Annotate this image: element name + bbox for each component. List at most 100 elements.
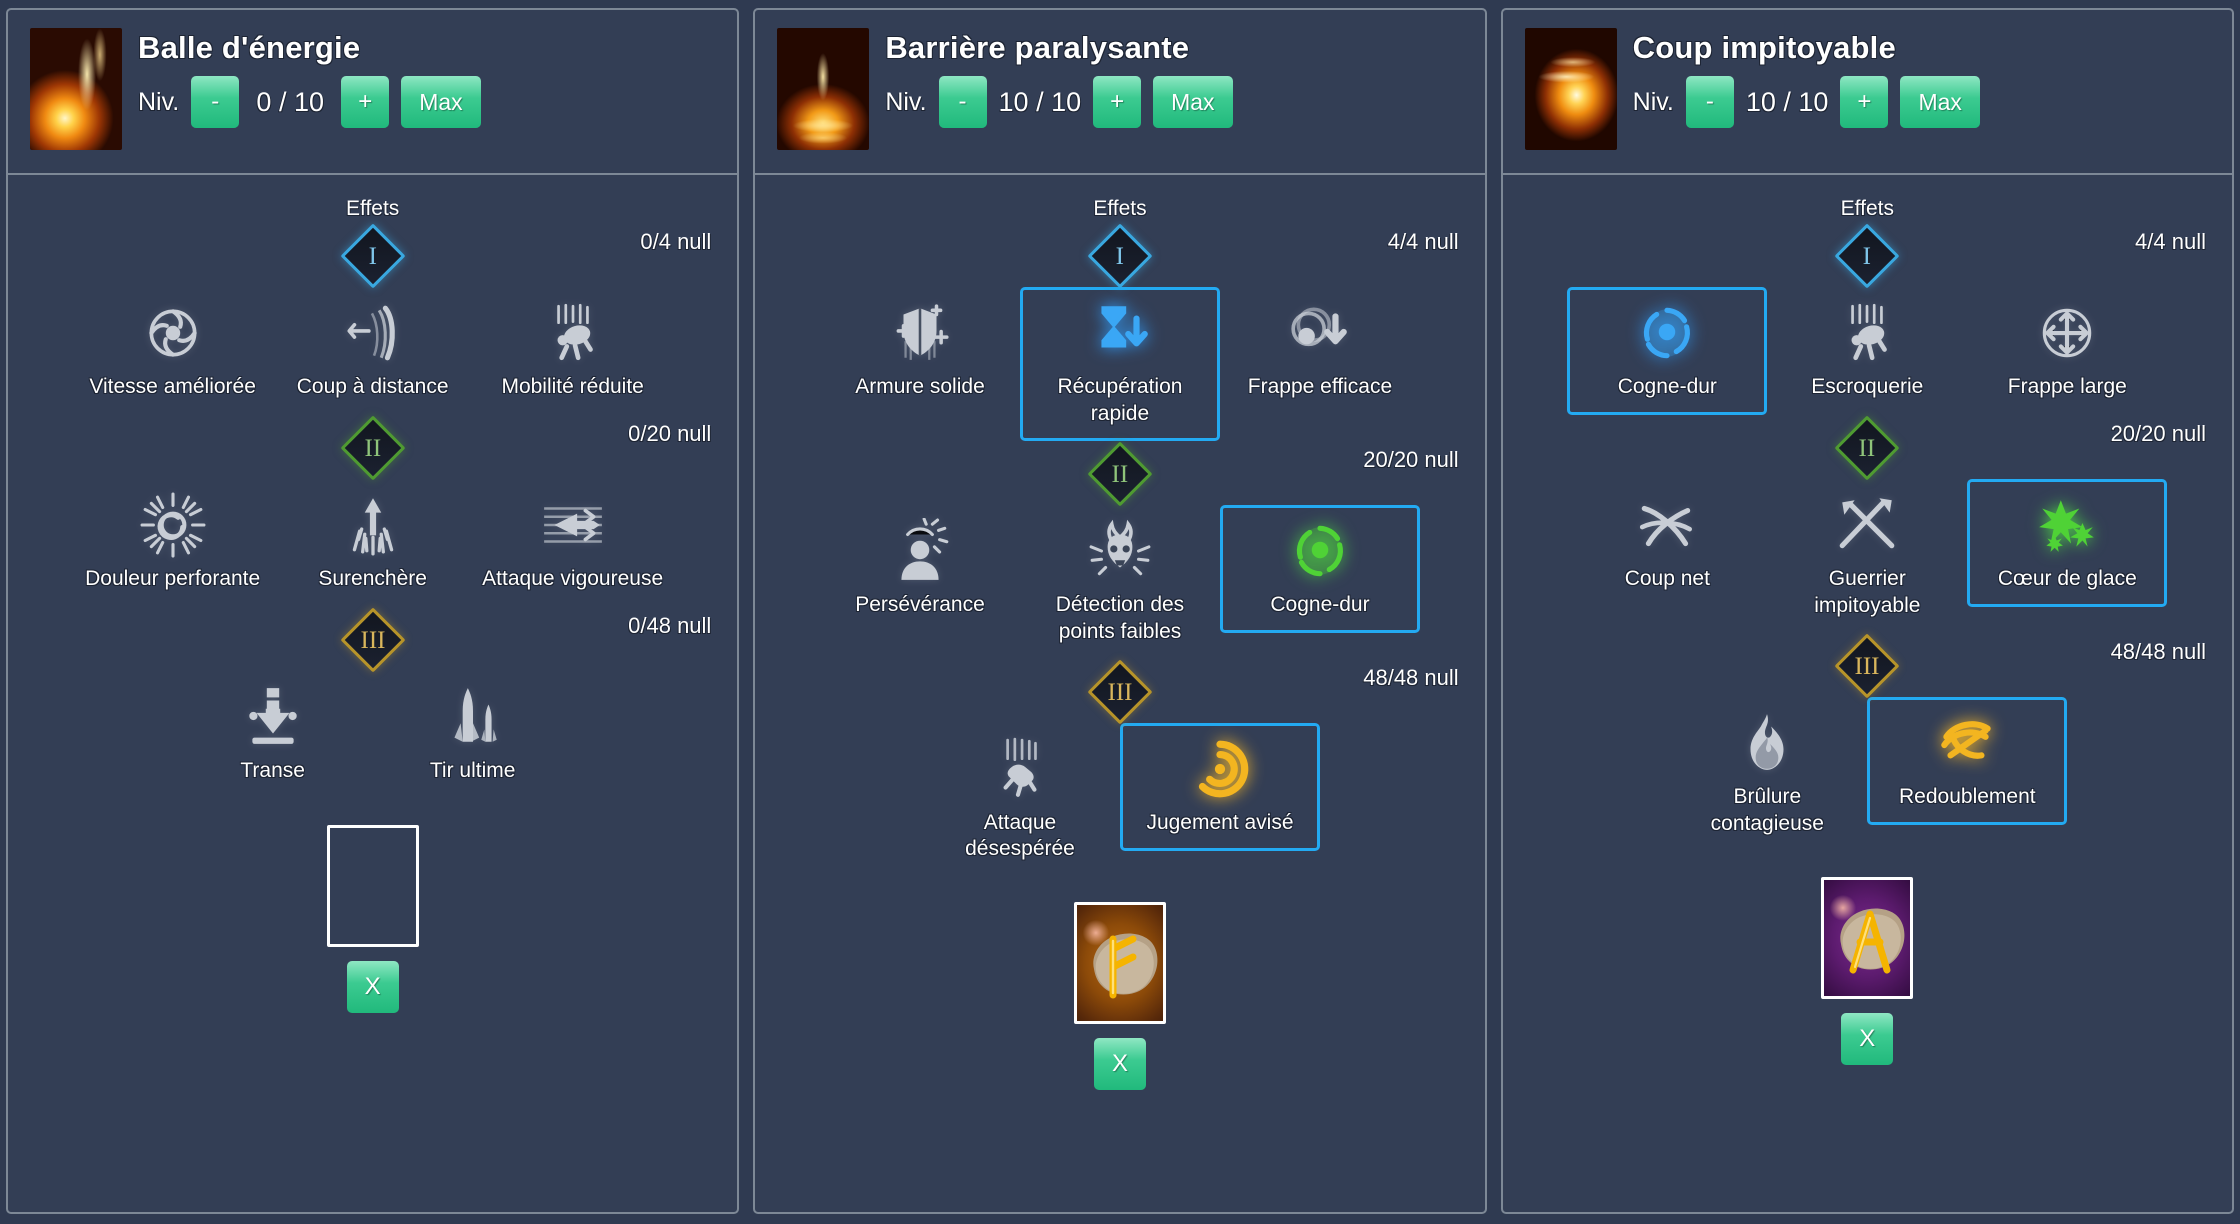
perk-label: Attaque vigoureuse xyxy=(482,567,664,590)
tier-group: I 4/4 null Cogne-dur Escroquerie Frappe larg… xyxy=(1503,223,2232,415)
perk-node[interactable]: Détection des points faibles xyxy=(1020,505,1220,659)
clear-rune-button[interactable]: X xyxy=(346,961,399,1013)
tier-roman: III xyxy=(1107,677,1133,705)
skill-title: Barrière paralysante xyxy=(885,30,1190,65)
tier-badge-icon: II xyxy=(340,415,406,481)
skill-panel: Coup impitoyable Niv. -10 / 10 + Max Effets I 4… xyxy=(1500,8,2234,1214)
skill-title: Balle d'énergie xyxy=(138,30,361,65)
merciless-strike-icon[interactable] xyxy=(1524,28,1617,150)
perk-node[interactable]: Attaque vigoureuse xyxy=(473,479,673,607)
redoubling-icon xyxy=(1934,710,2000,776)
desperate-attack-icon xyxy=(987,736,1053,802)
decrease-level-button[interactable]: - xyxy=(938,76,987,128)
perk-label: Redoublement xyxy=(1899,784,2036,808)
perk-node[interactable]: Cœur de glace xyxy=(1967,479,2168,607)
tier-group: I 0/4 null Vitesse améliorée Coup à distanc… xyxy=(8,223,737,415)
perk-label: Frappe efficace xyxy=(1247,375,1393,398)
clear-rune-button[interactable]: X xyxy=(1841,1012,1894,1065)
perk-node[interactable]: Armure solide xyxy=(820,287,1020,415)
perk-row: Transe Tir ultime xyxy=(8,671,737,799)
tier-group: III 48/48 null Brûlure contagieuse Redouble… xyxy=(1503,633,2232,851)
tier-counter: 20/20 null xyxy=(1363,446,1459,472)
perk-node[interactable]: Vitesse améliorée xyxy=(73,287,273,415)
decrease-level-button[interactable]: - xyxy=(191,76,240,128)
rune-slot[interactable] xyxy=(1073,902,1166,1025)
comet-icon[interactable] xyxy=(30,28,122,150)
tier-group: III 0/48 null Transe Tir ultime xyxy=(8,607,737,799)
perk-node[interactable]: Persévérance xyxy=(820,505,1020,633)
perk-row: Armure solide Récupération rapide Frappe e… xyxy=(755,287,1484,441)
perk-node[interactable]: Coup net xyxy=(1567,479,1767,607)
effects-label: Effets xyxy=(1840,197,1894,220)
perk-node[interactable]: Jugement avisé xyxy=(1119,722,1320,851)
decrease-level-button[interactable]: - xyxy=(1685,76,1734,128)
tier-counter: 48/48 null xyxy=(1363,664,1459,690)
tier-group: III 48/48 null Attaque désespérée Jugement … xyxy=(755,658,1484,877)
tier-counter: 48/48 null xyxy=(2110,638,2206,664)
perk-node[interactable]: Attaque désespérée xyxy=(920,723,1120,877)
tier-badge-icon: I xyxy=(1087,223,1153,289)
rune-slot[interactable] xyxy=(326,825,419,947)
clear-rune-button[interactable]: X xyxy=(1093,1038,1146,1091)
tier-roman: II xyxy=(1858,434,1876,462)
perk-node[interactable]: Mobilité réduite xyxy=(473,287,673,415)
increase-level-button[interactable]: + xyxy=(1093,76,1142,128)
level-label: Niv. xyxy=(1632,87,1674,116)
perk-node[interactable]: Escroquerie xyxy=(1767,287,1967,415)
perk-label: Vitesse améliorée xyxy=(89,375,256,398)
perk-node[interactable]: Redoublement xyxy=(1867,696,2068,825)
perk-label: Jugement avisé xyxy=(1146,810,1294,834)
tier-roman: I xyxy=(1863,242,1872,270)
tier-roman: I xyxy=(1115,242,1125,270)
reduced-mobility-icon xyxy=(540,300,606,366)
perk-node[interactable]: Guerrier impitoyable xyxy=(1767,479,1967,633)
perk-label: Cogne-dur xyxy=(1270,592,1370,616)
fast-recovery-icon xyxy=(1087,300,1153,366)
perk-label: Surenchère xyxy=(318,567,427,590)
hard-hitter-icon xyxy=(1634,300,1700,366)
perk-label: Détection des points faibles xyxy=(1055,592,1185,643)
tier-header: II 0/20 null xyxy=(8,415,737,481)
perk-label: Cogne-dur xyxy=(1617,375,1717,398)
perk-node[interactable]: Transe xyxy=(173,671,373,799)
tier-roman: I xyxy=(368,242,377,270)
tier-header: III 0/48 null xyxy=(8,607,737,673)
perk-node[interactable]: Cogne-dur xyxy=(1219,504,1420,633)
clean-hit-icon xyxy=(1634,492,1700,558)
level-value: 0 / 10 xyxy=(256,86,324,117)
perk-node[interactable]: Récupération rapide xyxy=(1019,287,1220,441)
rune-slot[interactable] xyxy=(1821,876,1914,999)
perk-row: Coup net Guerrier impitoyable Cœur de glac… xyxy=(1503,479,2232,633)
increase-level-button[interactable]: + xyxy=(341,76,390,128)
tier-header: II 20/20 null xyxy=(1503,415,2232,481)
perk-node[interactable]: Frappe efficace xyxy=(1220,287,1420,415)
max-level-button[interactable]: Max xyxy=(1153,76,1233,128)
tier-counter: 4/4 null xyxy=(2135,229,2206,254)
swindle-icon xyxy=(1834,300,1900,366)
tier-header: III 48/48 null xyxy=(755,658,1484,725)
tier-counter: 4/4 null xyxy=(1387,229,1459,254)
perk-row: Cogne-dur Escroquerie Frappe large xyxy=(1503,287,2232,415)
perk-label: Cœur de glace xyxy=(1997,567,2137,590)
tier-badge-icon: III xyxy=(1087,658,1153,725)
max-level-button[interactable]: Max xyxy=(1900,76,1980,128)
perk-label: Escroquerie xyxy=(1811,375,1924,398)
perk-node[interactable]: Tir ultime xyxy=(373,671,573,799)
perk-row: Vitesse améliorée Coup à distance Mobilité… xyxy=(8,287,737,415)
perk-node[interactable]: Cogne-dur xyxy=(1567,287,1768,415)
max-level-button[interactable]: Max xyxy=(401,76,481,128)
tier-group: II 20/20 null Coup net Guerrier impitoyable… xyxy=(1503,415,2232,633)
tier-roman: III xyxy=(360,626,386,654)
perk-node[interactable]: Douleur perforante xyxy=(73,479,273,607)
tier-counter: 20/20 null xyxy=(2110,421,2206,446)
perk-node[interactable]: Frappe large xyxy=(1967,287,2167,415)
increase-level-button[interactable]: + xyxy=(1840,76,1889,128)
barrier-icon[interactable] xyxy=(777,28,870,150)
perk-node[interactable]: Surenchère xyxy=(273,479,473,607)
trance-arrow-icon xyxy=(240,684,306,750)
perk-node[interactable]: Brûlure contagieuse xyxy=(1667,697,1867,851)
skill-header: Balle d'énergie Niv. -0 / 10 + Max xyxy=(8,10,738,175)
speed-orb-icon xyxy=(140,300,206,366)
perk-label: Transe xyxy=(240,759,305,782)
perk-node[interactable]: Coup à distance xyxy=(273,287,473,415)
